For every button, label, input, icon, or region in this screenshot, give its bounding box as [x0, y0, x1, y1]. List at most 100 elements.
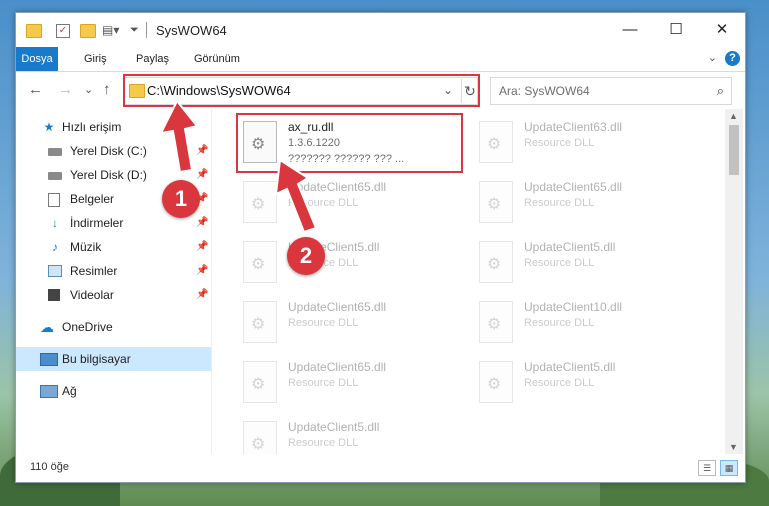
sidebar-item-pictures[interactable]: Resimler 📌 [16, 259, 211, 283]
callout-step-1: 1 [162, 180, 200, 218]
file-type: Resource DLL [524, 257, 595, 269]
file-type: Resource DLL [524, 197, 595, 209]
star-icon: ★ [43, 120, 55, 134]
network-icon [40, 385, 58, 398]
maximize-button[interactable]: ☐ [653, 13, 699, 47]
expand-ribbon-icon[interactable]: ⌄ [708, 51, 717, 64]
file-name: UpdateClient65.dll [288, 360, 387, 374]
callout-step-2: 2 [287, 237, 325, 275]
dll-file-icon [479, 361, 513, 403]
sidebar-item-label: Hızlı erişim [62, 120, 122, 134]
customize-toolbar-icon[interactable]: ▤▾ [102, 24, 119, 36]
search-icon[interactable]: ⌕ [717, 83, 724, 99]
file-name: UpdateClient10.dll [524, 300, 623, 314]
sidebar-item-disk-c[interactable]: Yerel Disk (C:) 📌 [16, 139, 211, 163]
file-name: UpdateClient65.dll [524, 180, 623, 194]
sidebar-item-label: Videolar [70, 288, 114, 302]
video-icon [48, 289, 60, 301]
file-item[interactable]: UpdateClient65.dll Resource DLL [238, 355, 463, 409]
status-bar: 110 öğe ☰ ▦ [16, 455, 745, 481]
pictures-icon [48, 265, 62, 277]
tab-file[interactable]: Dosya [16, 47, 58, 71]
dll-file-icon [243, 421, 277, 454]
title-bar: ✓ ▤▾ ⏷ SysWOW64 — ☐ ✕ [16, 13, 745, 47]
sidebar-item-label: Ağ [62, 384, 77, 398]
file-list: ax_ru.dll 1.3.6.1220 ??????? ?????? ??? … [212, 109, 724, 454]
chevron-down-icon[interactable]: ⏷ [130, 24, 144, 36]
new-folder-icon[interactable] [80, 24, 96, 38]
file-item[interactable]: UpdateClient65.dll Resource DLL [238, 175, 463, 229]
music-icon: ♪ [52, 240, 58, 254]
search-box[interactable]: Ara: SysWOW64 ⌕ [490, 77, 732, 105]
close-button[interactable]: ✕ [699, 13, 745, 47]
sidebar-item-label: Bu bilgisayar [62, 352, 131, 366]
tab-view[interactable]: Görünüm [186, 47, 248, 71]
file-item[interactable]: UpdateClient5.dll Resource DLL [238, 415, 463, 454]
file-highlight-box [236, 113, 463, 173]
dll-file-icon [479, 301, 513, 343]
sidebar-item-music[interactable]: ♪ Müzik 📌 [16, 235, 211, 259]
scroll-thumb[interactable] [729, 125, 739, 175]
file-name: UpdateClient5.dll [288, 420, 380, 434]
file-item[interactable]: UpdateClient63.dll Resource DLL [474, 115, 699, 169]
dll-file-icon [243, 181, 277, 223]
vertical-scrollbar[interactable]: ▲ ▼ [725, 109, 743, 454]
file-type: Resource DLL [288, 377, 359, 389]
sidebar-item-quick-access[interactable]: ★ Hızlı erişim [16, 115, 211, 139]
pin-icon[interactable]: 📌 [196, 259, 208, 283]
file-type: Resource DLL [288, 197, 359, 209]
cloud-icon: ☁ [40, 319, 54, 335]
sidebar-item-label: Resimler [70, 264, 118, 278]
pin-icon[interactable]: 📌 [196, 211, 208, 235]
recent-locations-button[interactable]: ⌄ [84, 83, 93, 96]
tab-home[interactable]: Giriş [76, 47, 115, 71]
up-button[interactable]: ↑ [103, 81, 111, 98]
file-item[interactable]: UpdateClient5.dll Resource DLL [474, 355, 699, 409]
tab-share[interactable]: Paylaş [128, 47, 177, 71]
sidebar-item-label: İndirmeler [70, 216, 124, 230]
file-item[interactable]: UpdateClient65.dll Resource DLL [474, 175, 699, 229]
help-icon[interactable]: ? [725, 51, 740, 66]
pin-icon[interactable]: 📌 [196, 163, 208, 187]
pin-icon[interactable]: 📌 [196, 139, 208, 163]
ribbon-tabs: Dosya Giriş Paylaş Görünüm ⌄ ? [16, 47, 745, 72]
sidebar-item-videos[interactable]: Videolar 📌 [16, 283, 211, 307]
pin-icon[interactable]: 📌 [196, 235, 208, 259]
details-view-button[interactable]: ☰ [698, 460, 716, 476]
download-icon: ↓ [52, 216, 58, 230]
scroll-down-icon[interactable]: ▼ [729, 442, 738, 452]
properties-icon[interactable]: ✓ [56, 24, 70, 38]
file-type: Resource DLL [524, 317, 595, 329]
scroll-up-icon[interactable]: ▲ [729, 111, 738, 121]
pin-icon[interactable]: 📌 [196, 283, 208, 307]
folder-icon [26, 24, 42, 38]
documents-icon [48, 193, 60, 207]
dll-file-icon [243, 301, 277, 343]
back-button[interactable]: ← [28, 81, 43, 98]
dll-file-icon [479, 241, 513, 283]
sidebar-item-this-pc[interactable]: Bu bilgisayar [16, 347, 211, 371]
file-name: UpdateClient65.dll [288, 180, 387, 194]
file-item[interactable]: UpdateClient5.dll Resource DLL [474, 235, 699, 289]
address-highlight-box [123, 74, 480, 107]
dll-file-icon [479, 181, 513, 223]
forward-button[interactable]: → [58, 81, 73, 98]
navigation-pane: ★ Hızlı erişim Yerel Disk (C:) 📌 Yerel D… [16, 109, 212, 454]
file-item[interactable]: UpdateClient10.dll Resource DLL [474, 295, 699, 349]
sidebar-item-label: Yerel Disk (C:) [70, 144, 147, 158]
sidebar-item-onedrive[interactable]: ☁ OneDrive [16, 315, 211, 339]
file-type: Resource DLL [524, 377, 595, 389]
drive-icon [48, 148, 62, 156]
tiles-view-button[interactable]: ▦ [720, 460, 738, 476]
file-item[interactable]: UpdateClient65.dll Resource DLL [238, 295, 463, 349]
navigation-bar: ← → ⌄ ↑ C:\Windows\SysWOW64 ⌄ ↻ Ara: Sys… [16, 72, 745, 108]
file-item[interactable]: UpdateClient5.dll Resource DLL [238, 235, 463, 289]
item-count: 110 öğe [30, 461, 69, 473]
window-title: SysWOW64 [156, 23, 227, 38]
minimize-button[interactable]: — [607, 13, 653, 47]
sidebar-item-label: Yerel Disk (D:) [70, 168, 147, 182]
sidebar-item-network[interactable]: Ağ [16, 379, 211, 403]
file-name: UpdateClient63.dll [524, 120, 623, 134]
search-input[interactable]: Ara: SysWOW64 [499, 84, 590, 98]
explorer-window: ✓ ▤▾ ⏷ SysWOW64 — ☐ ✕ Dosya Giriş Paylaş… [15, 12, 746, 483]
